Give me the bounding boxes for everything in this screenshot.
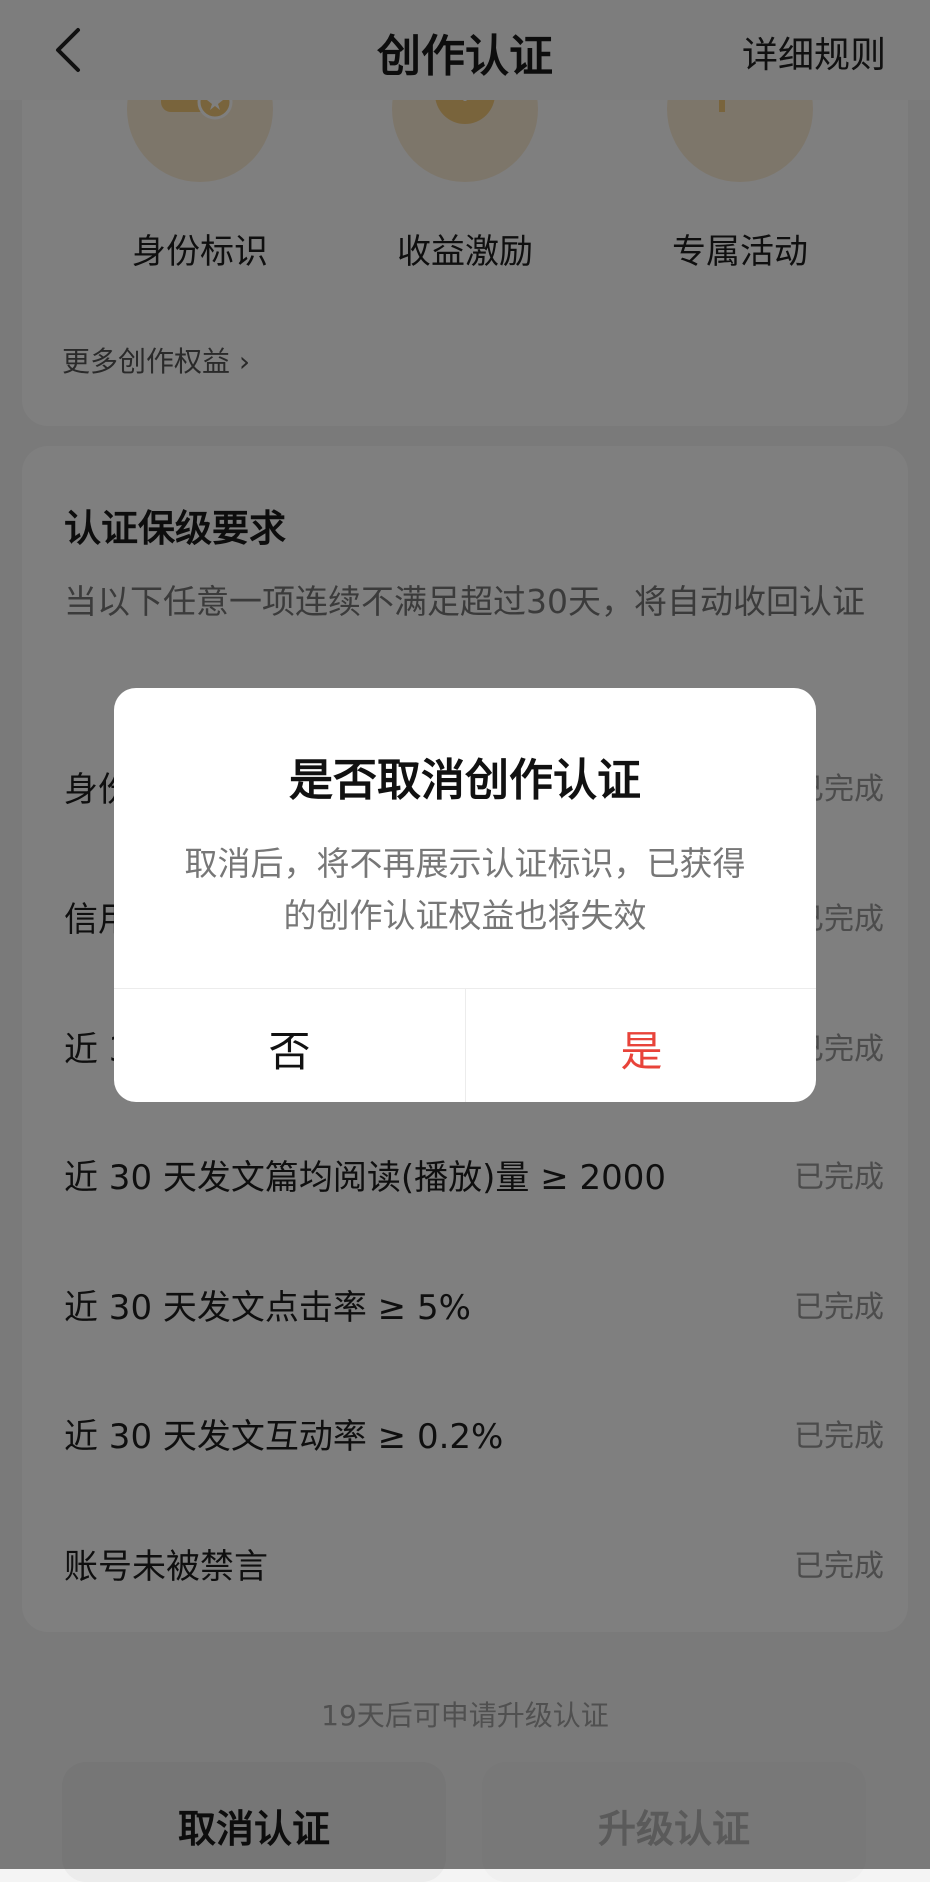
dialog-title: 是否取消创作认证 [289, 755, 641, 806]
cancel-confirm-dialog: 是否取消创作认证 取消后，将不再展示认证标识，已获得的创作认证权益也将失效 否 … [114, 688, 816, 1102]
dialog-yes-label: 是 [620, 1027, 663, 1076]
dialog-no-button[interactable]: 否 [114, 988, 465, 1102]
dialog-yes-button[interactable]: 是 [466, 988, 816, 1102]
dialog-no-label: 否 [268, 1027, 311, 1076]
dialog-message: 取消后，将不再展示认证标识，已获得的创作认证权益也将失效 [184, 844, 746, 935]
